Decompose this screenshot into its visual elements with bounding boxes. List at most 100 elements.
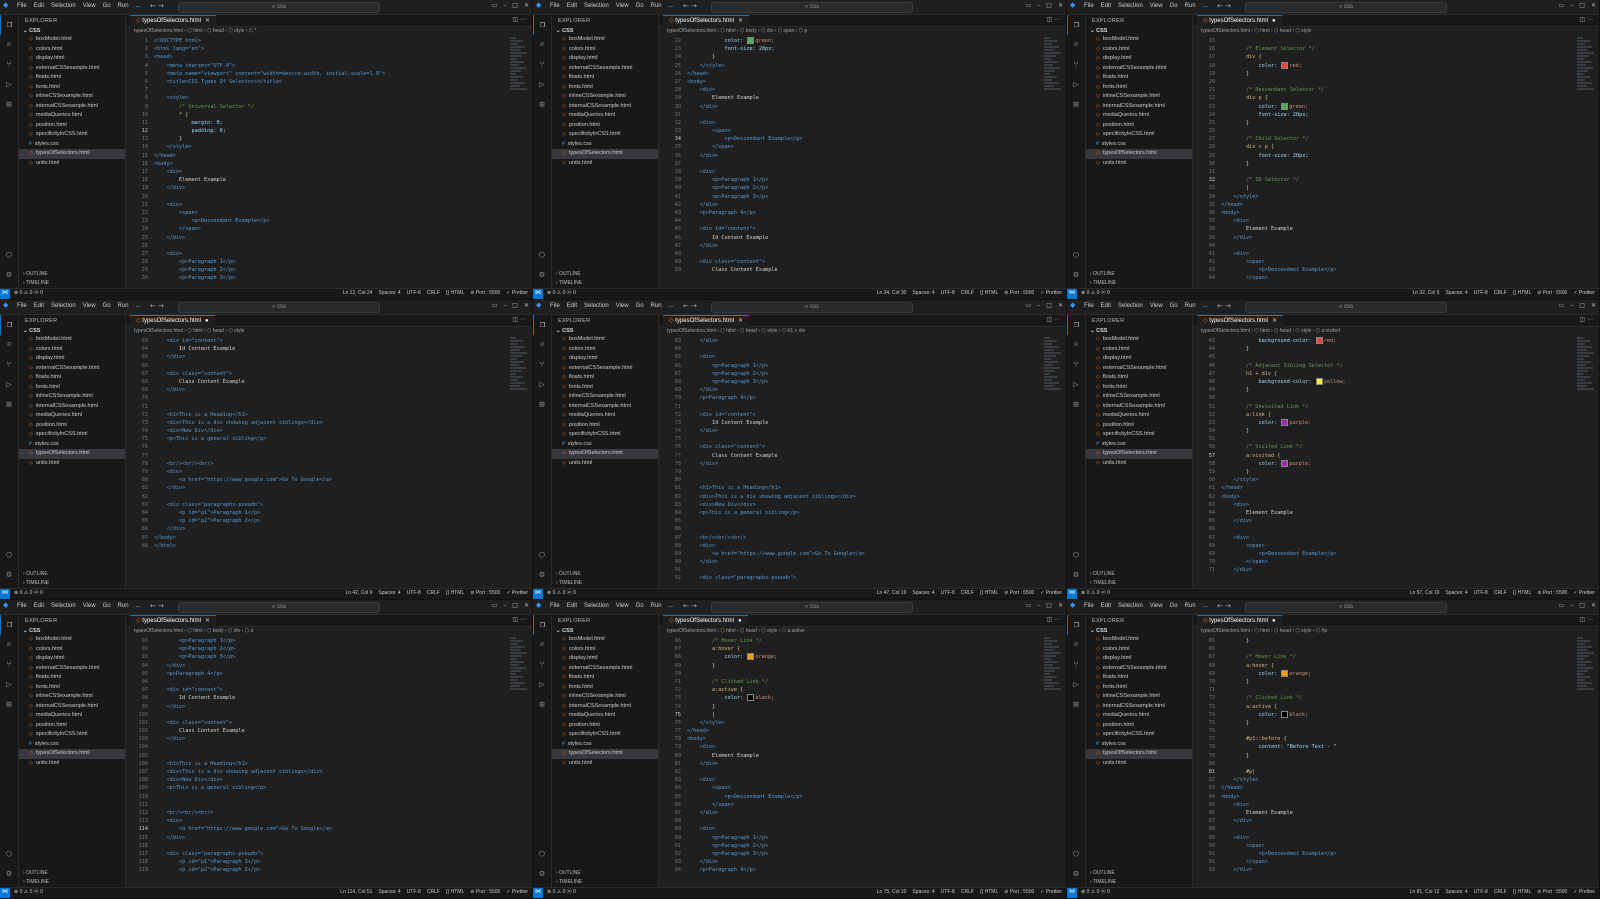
breadcrumb[interactable]: typesOfSelectors.html › ⬡ html › ⬡ head … [1193,627,1599,636]
account-icon[interactable]: ◯ [533,545,551,565]
breadcrumb[interactable]: typesOfSelectors.html › ⬡ html › ⬡ head … [659,627,1066,636]
status-item[interactable]: Ln 47, Col 19 [877,589,907,598]
status-item[interactable]: ⊘ Port : 5500 [1004,289,1034,298]
split-editor-icon[interactable]: ◫ [1579,616,1585,623]
tab-typesofselectors[interactable]: ◇ typesOfSelectors.html ✕ [130,15,217,27]
file-item[interactable]: ◇ floats.html [1086,673,1192,683]
color-swatch[interactable] [747,37,755,44]
more-actions-icon[interactable]: ⋯ [1587,616,1593,623]
source-control-icon[interactable]: ⑂ [0,55,18,75]
menu-item-selection[interactable]: Selection [1118,3,1143,9]
settings-gear-icon[interactable]: ⚙ [0,864,18,884]
menu-item-view[interactable]: View [1150,303,1163,309]
split-editor-icon[interactable]: ◫ [1046,316,1052,323]
close-window-icon[interactable]: ✕ [1058,2,1063,9]
source-control-icon[interactable]: ⑂ [1067,655,1085,675]
minimize-icon[interactable]: – [1570,2,1573,9]
menu-item-view[interactable]: View [616,303,629,309]
file-item[interactable]: ◇ externalCSSexample.html [1086,364,1192,374]
menu-item-[interactable]: ... [136,303,141,309]
file-item[interactable]: ◇ display.html [19,54,125,64]
search-view-icon[interactable]: ⌕ [0,335,18,355]
file-item[interactable]: ◇ mediaQueries.html [552,411,658,421]
more-actions-icon[interactable]: ⋯ [1054,316,1060,323]
breadcrumb[interactable]: typesOfSelectors.html › ⬡ html › ⬡ head … [1193,27,1599,36]
nav-arrows[interactable]: ← → [683,602,697,610]
file-item[interactable]: ◇ mediaQueries.html [19,111,125,121]
search-view-icon[interactable]: ⌕ [533,335,551,355]
file-item[interactable]: ◇ boxModel.html [552,335,658,345]
status-item[interactable]: UTF-8 [1474,289,1488,298]
file-item[interactable]: # styles.css [19,740,125,750]
account-icon[interactable]: ◯ [1067,245,1085,265]
back-arrow-icon[interactable]: ← [683,302,689,310]
search-view-icon[interactable]: ⌕ [0,35,18,55]
file-item[interactable]: ◇ externalCSSexample.html [19,64,125,74]
remote-indicator-icon[interactable]: ⋈ [1067,289,1077,299]
status-item[interactable]: Ln 75, Col 10 [877,888,907,897]
outline-section[interactable]: › OUTLINE [1090,571,1115,577]
status-item[interactable]: CRLF [1494,289,1507,298]
remote-indicator-icon[interactable]: ⋈ [1067,589,1077,599]
explorer-icon[interactable]: ❐ [0,615,18,635]
menu-item-view[interactable]: View [616,603,629,609]
menu-item-selection[interactable]: Selection [51,3,76,9]
file-item[interactable]: # styles.css [552,140,658,150]
file-item[interactable]: ◇ internalCSSexample.html [1086,402,1192,412]
timeline-section[interactable]: › TIMELINE [556,580,582,586]
status-item[interactable]: UTF-8 [407,589,421,598]
folder-css[interactable]: ⌄ CSS [552,27,658,35]
file-item[interactable]: ◇ mediaQueries.html [1086,711,1192,721]
search-view-icon[interactable]: ⌕ [1067,635,1085,655]
tab-typesofselectors[interactable]: ◇ typesOfSelectors.html ✕ [663,15,750,27]
status-item[interactable]: {} HTML [1513,589,1531,598]
status-item[interactable]: Spaces: 4 [912,289,934,298]
split-editor-icon[interactable]: ◫ [512,316,518,323]
status-item[interactable]: UTF-8 [1474,589,1488,598]
menu-item-go[interactable]: Go [636,303,644,309]
problems-status[interactable]: ⊗ 0 ⚠ 0 ⓦ 0 [547,589,576,598]
tab-typesofselectors[interactable]: ◇ typesOfSelectors.html ✕ [663,315,750,327]
file-item[interactable]: ◇ typesOfSelectors.html [1086,749,1192,759]
settings-gear-icon[interactable]: ⚙ [533,265,551,285]
color-swatch[interactable] [1281,710,1289,718]
minimap[interactable] [510,37,528,97]
file-item[interactable]: # styles.css [1086,140,1192,150]
status-item[interactable]: UTF-8 [941,289,955,298]
search-view-icon[interactable]: ⌕ [1067,335,1085,355]
split-editor-icon[interactable]: ◫ [1579,316,1585,323]
file-item[interactable]: ◇ units.html [552,459,658,469]
search-view-icon[interactable]: ⌕ [0,635,18,655]
menu-item-view[interactable]: View [83,303,96,309]
close-window-icon[interactable]: ✕ [1058,302,1063,309]
file-item[interactable]: ◇ specificityInCSS.html [1086,130,1192,140]
minimize-icon[interactable]: – [1037,602,1040,609]
status-item[interactable]: Ln 42, Col 9 [345,589,372,598]
menu-item-run[interactable]: Run [651,3,662,9]
code-editor[interactable]: 63 <div id="content"> 64 Id Content Examp… [126,337,510,589]
file-item[interactable]: ◇ units.html [552,159,658,169]
file-item[interactable]: ◇ specificityInCSS.html [552,430,658,440]
minimap[interactable] [1577,37,1595,97]
file-item[interactable]: ◇ externalCSSexample.html [1086,664,1192,674]
source-control-icon[interactable]: ⑂ [1067,355,1085,375]
nav-arrows[interactable]: ← → [150,302,164,310]
folder-css[interactable]: ⌄ CSS [19,627,125,635]
file-item[interactable]: ◇ mediaQueries.html [552,111,658,121]
file-item[interactable]: ◇ floats.html [552,673,658,683]
status-item[interactable]: {} HTML [980,589,998,598]
status-item[interactable]: ⊘ Port : 5500 [1537,589,1567,598]
close-window-icon[interactable]: ✕ [1591,602,1596,609]
explorer-icon[interactable]: ❐ [533,15,551,35]
tab-close-icon[interactable]: ✕ [205,18,210,24]
tab-close-icon[interactable]: ● [738,618,742,624]
file-item[interactable]: ◇ inlineCSSexample.html [1086,92,1192,102]
nav-arrows[interactable]: ← → [1217,602,1231,610]
tab-close-icon[interactable]: ✕ [738,18,743,24]
menu-item-edit[interactable]: Edit [567,303,577,309]
minimap[interactable] [1044,37,1062,97]
menu-item-go[interactable]: Go [636,603,644,609]
status-item[interactable]: Spaces: 4 [912,888,934,897]
maximize-icon[interactable]: □ [512,302,518,309]
file-item[interactable]: ◇ position.html [19,121,125,131]
